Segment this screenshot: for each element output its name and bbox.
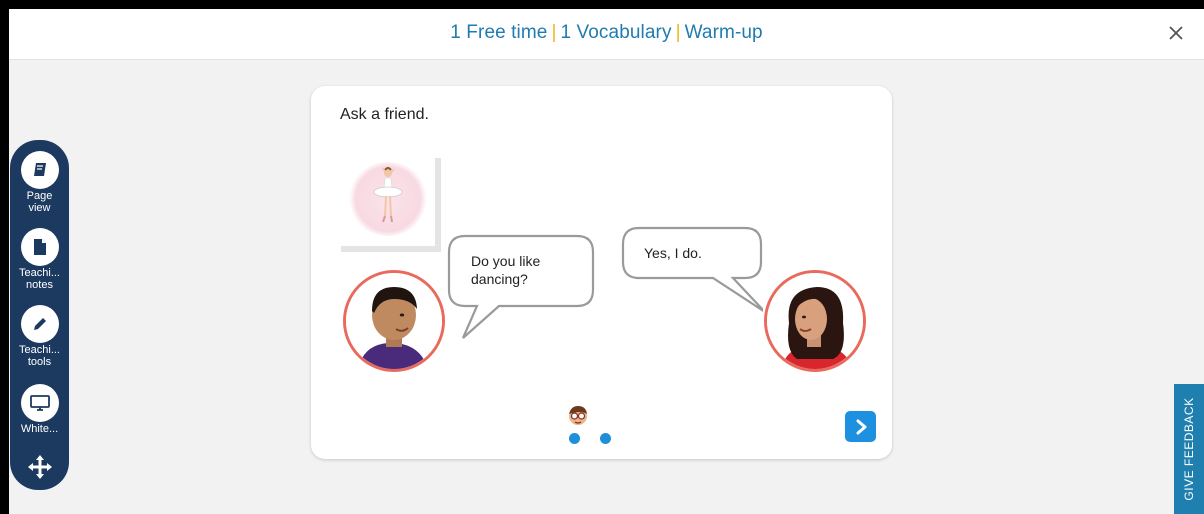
pagination-dot-2[interactable] — [600, 433, 611, 444]
toolbar-label: Teachi... tools — [19, 344, 60, 368]
toolbar-label: Page view — [26, 190, 53, 214]
question-text: Do you like dancing? — [471, 253, 541, 287]
move-arrows-icon[interactable] — [26, 453, 54, 481]
answer-text: Yes, I do. — [644, 245, 702, 261]
breadcrumb-activity: Warm-up — [684, 22, 763, 43]
chevron-right-icon — [856, 419, 866, 434]
girl-avatar — [764, 270, 866, 372]
ballerina-picture — [341, 158, 441, 252]
mascot-icon — [567, 404, 589, 426]
toolbar-label: White... — [20, 423, 59, 435]
pencil-icon — [20, 305, 59, 343]
toolbar-label: Teachi... notes — [19, 267, 60, 291]
toolbar-teaching-notes[interactable]: Teachi... notes — [10, 228, 69, 291]
teacher-toolbar: Page view Teachi... notes Teachi... tool… — [10, 140, 69, 490]
next-button[interactable] — [845, 411, 876, 442]
top-bar: 1 Free time | 1 Vocabulary | Warm-up — [9, 9, 1204, 60]
toolbar-teaching-tools[interactable]: Teachi... tools — [10, 305, 69, 368]
breadcrumb: 1 Free time | 1 Vocabulary | Warm-up — [9, 22, 1204, 44]
give-feedback-tab[interactable]: GIVE FEEDBACK — [1174, 384, 1204, 514]
monitor-icon — [20, 384, 59, 422]
boy-avatar — [343, 270, 445, 372]
activity-card: Ask a friend. Do you like dancing? Yes, … — [311, 86, 892, 459]
app-window: 1 Free time | 1 Vocabulary | Warm-up Page vi… — [9, 9, 1204, 514]
breadcrumb-separator: | — [551, 22, 557, 43]
book-icon — [20, 151, 59, 189]
document-icon — [20, 228, 59, 266]
give-feedback-label: GIVE FEEDBACK — [1182, 397, 1196, 501]
breadcrumb-lesson: 1 Vocabulary — [560, 22, 672, 43]
close-icon[interactable] — [1163, 20, 1189, 46]
answer-speech-bubble — [621, 226, 763, 313]
breadcrumb-separator: | — [675, 22, 681, 43]
breadcrumb-unit: 1 Free time — [450, 22, 548, 43]
toolbar-page-view[interactable]: Page view — [10, 151, 69, 214]
pagination-dot-1[interactable] — [569, 433, 580, 444]
instruction-text: Ask a friend. — [340, 106, 429, 123]
toolbar-whiteboard[interactable]: White... — [10, 384, 69, 435]
ballerina-image — [373, 167, 403, 223]
